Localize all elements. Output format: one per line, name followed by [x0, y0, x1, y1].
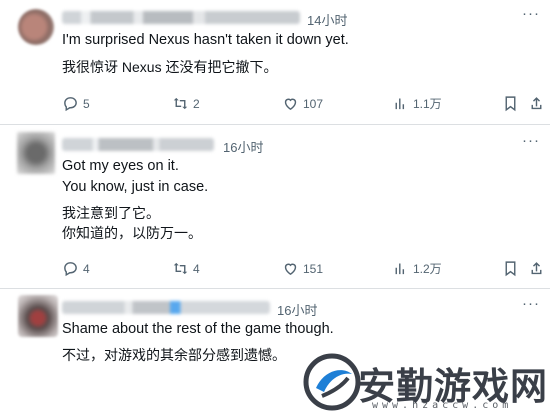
bookmark-icon [505, 261, 516, 277]
retweet-icon [173, 262, 188, 275]
avatar[interactable] [18, 9, 54, 45]
views-count: 1.1万 [413, 97, 442, 111]
avatar[interactable] [18, 295, 58, 337]
blurred-username[interactable] [62, 301, 270, 314]
more-options-icon[interactable]: ··· [522, 296, 540, 311]
bookmark-button[interactable] [502, 95, 519, 112]
tweet-text: Got my eyes on it. [62, 158, 179, 174]
tweet-time[interactable]: 16小时 [223, 137, 263, 156]
like-button[interactable]: 107 [282, 95, 323, 112]
bookmark-button[interactable] [502, 260, 519, 277]
retweet-count: 4 [193, 261, 200, 276]
views-count: 1.2万 [413, 262, 442, 276]
views-icon [395, 98, 405, 110]
reply-button[interactable]: 5 [62, 95, 90, 112]
bookmark-icon [505, 96, 516, 112]
retweet-icon [173, 97, 188, 110]
more-options-icon[interactable]: ··· [522, 133, 540, 148]
share-icon [531, 97, 542, 110]
tweet-translation: 我注意到了它。 [62, 205, 160, 221]
reply-button[interactable]: 4 [62, 260, 90, 277]
tweet-text: I'm surprised Nexus hasn't taken it down… [62, 32, 349, 48]
views-icon [395, 263, 405, 275]
tweet-card[interactable]: 16小时 ··· Got my eyes on it. You know, ju… [0, 124, 550, 285]
blurred-username[interactable] [62, 138, 214, 151]
tweet-time[interactable]: 14小时 [307, 10, 347, 29]
watermark-url: www.hzaccw.com [372, 400, 513, 411]
like-count: 151 [303, 261, 324, 276]
tweet-time[interactable]: 16小时 [277, 300, 317, 319]
tweet-translation: 你知道的，以防万一。 [62, 225, 202, 241]
views-button[interactable]: 1.1万 [392, 95, 442, 112]
share-button[interactable] [528, 260, 545, 277]
tweet-text: Shame about the rest of the game though. [62, 321, 334, 337]
reply-count: 4 [83, 261, 90, 276]
tweet-translation: 不过，对游戏的其余部分感到遗憾。 [62, 347, 286, 363]
like-icon [284, 98, 297, 111]
tweet-text: You know, just in case. [62, 179, 209, 195]
tweet-translation: 我很惊讶 Nexus 还没有把它撤下。 [62, 59, 278, 75]
more-options-icon[interactable]: ··· [522, 6, 540, 21]
retweet-count: 2 [193, 96, 200, 111]
like-count: 107 [303, 96, 324, 111]
tweet-card[interactable]: 14小时 ··· I'm surprised Nexus hasn't take… [0, 0, 550, 122]
views-button[interactable]: 1.2万 [392, 260, 442, 277]
site-watermark: 安勤游戏网 www.hzaccw.com [300, 348, 550, 415]
share-icon [531, 262, 542, 275]
reply-icon [64, 97, 77, 112]
blurred-username[interactable] [62, 11, 300, 24]
watermark-logo-icon [303, 353, 361, 411]
avatar[interactable] [17, 132, 55, 174]
reply-icon [64, 262, 77, 277]
retweet-button[interactable]: 4 [172, 260, 200, 277]
reply-count: 5 [83, 96, 90, 111]
share-button[interactable] [528, 95, 545, 112]
like-icon [284, 263, 297, 276]
like-button[interactable]: 151 [282, 260, 323, 277]
retweet-button[interactable]: 2 [172, 95, 200, 112]
